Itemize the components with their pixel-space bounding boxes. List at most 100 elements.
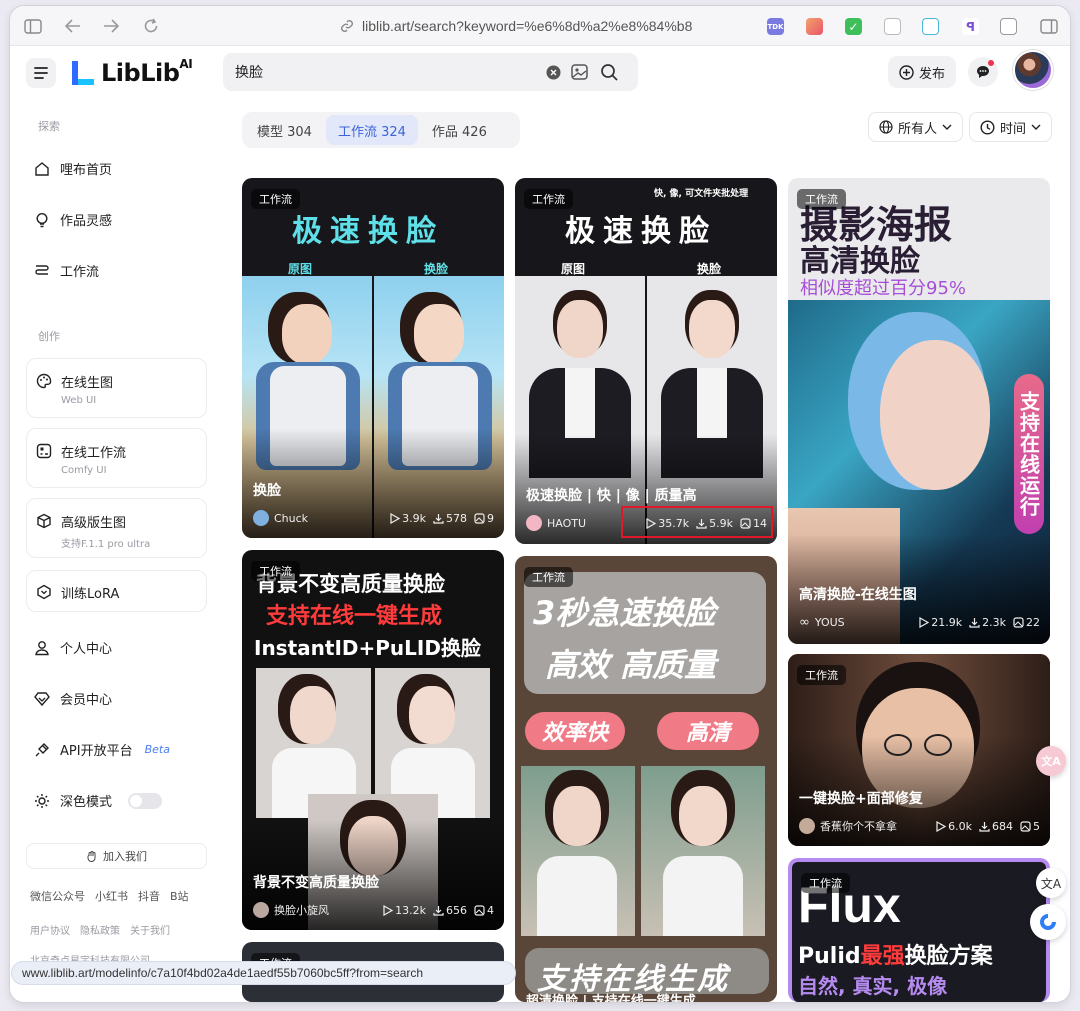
sidebar-item-home[interactable]: 哩布首页 <box>34 159 112 178</box>
link-user-agreement[interactable]: 用户协议 <box>30 922 70 937</box>
link-about[interactable]: 关于我们 <box>130 922 170 937</box>
join-us-button[interactable]: 加入我们 <box>26 843 207 869</box>
sidebar-item-pro-gen[interactable]: 高级版生图 支持F.1.1 pro ultra <box>26 498 207 558</box>
lightbulb-icon <box>36 212 48 227</box>
result-image <box>641 766 765 936</box>
language-floating-button[interactable]: 文A <box>1036 868 1066 898</box>
user-avatar[interactable] <box>1013 50 1053 90</box>
comfy-icon <box>36 443 52 459</box>
runs-stat: 3.9k <box>389 512 426 525</box>
workflow-card[interactable]: 工作流 一键换脸+面部修复 香蕉你个不拿拿 6.0k 684 5 <box>788 654 1050 846</box>
site-header: LibLibAI 发布 <box>10 46 1070 100</box>
checkmark-extension-icon[interactable]: ✓ <box>845 18 862 35</box>
infinity-icon: ∞ <box>799 614 810 630</box>
reader-extension-icon[interactable] <box>1000 18 1017 35</box>
image-search-icon[interactable] <box>570 63 588 81</box>
download-icon <box>433 905 444 916</box>
messages-button[interactable] <box>968 57 998 87</box>
sidebar: 探索 哩布首页 作品灵感 工作流 创作 在线生图 Web UI 在线工作流 Co… <box>10 100 220 1002</box>
dark-mode-toggle[interactable] <box>128 792 163 809</box>
play-icon <box>383 904 394 916</box>
link-privacy[interactable]: 隐私政策 <box>80 922 120 937</box>
sun-gear-icon <box>35 793 49 808</box>
sort-filter[interactable]: 时间 <box>969 112 1053 142</box>
sidebar-item-workflow[interactable]: 工作流 <box>34 261 99 280</box>
sidebar-item-online-workflow[interactable]: 在线工作流 Comfy UI <box>26 428 207 488</box>
image-icon <box>474 512 485 524</box>
extension-icon[interactable] <box>884 18 901 35</box>
stats-highlight-box <box>621 506 773 538</box>
author-avatar <box>526 515 542 531</box>
tab-workflows[interactable]: 工作流 324 <box>325 115 418 145</box>
workflow-card[interactable]: 工作流 快, 像, 可文件夹批处理 极速换脸 原图 换脸 极速换脸 | 快 | … <box>515 178 777 544</box>
card-title: 极速换脸 | 快 | 像 | 质量高 <box>526 488 697 504</box>
result-type-tabs: 模型 304 工作流 324 作品 426 <box>242 112 520 148</box>
cube-icon <box>37 513 51 529</box>
tab-models[interactable]: 模型 304 <box>245 115 324 145</box>
image-icon <box>474 904 485 916</box>
palette-icon <box>36 373 52 389</box>
card-author[interactable]: ∞ YOUS <box>799 615 918 630</box>
translate-extension-icon[interactable] <box>922 18 939 35</box>
tdk-extension-icon[interactable]: TDK <box>767 18 784 35</box>
images-stat: 22 <box>1013 616 1040 629</box>
card-author[interactable]: Chuck <box>253 510 389 526</box>
sidebar-toggle-icon[interactable] <box>22 15 44 37</box>
address-bar[interactable]: liblib.art/search?keyword=%e6%8d%a2%e8%8… <box>340 18 692 34</box>
hand-wave-icon <box>87 851 96 862</box>
downloads-stat: 2.3k <box>969 616 1006 629</box>
site-logo[interactable]: LibLibAI <box>70 57 193 87</box>
link-xiaohongshu[interactable]: 小红书 <box>95 888 128 904</box>
workflow-card[interactable]: 工作流 摄影海报 高清换脸 相似度超过百分95% 支持在线运行 高清换脸-在线生… <box>788 178 1050 644</box>
menu-button[interactable] <box>26 58 56 88</box>
link-bilibili[interactable]: B站 <box>170 888 189 904</box>
search-icon[interactable] <box>600 63 618 81</box>
publish-button[interactable]: 发布 <box>888 56 956 88</box>
assistant-floating-button[interactable] <box>1030 904 1066 940</box>
sidebar-item-personal[interactable]: 个人中心 <box>34 638 112 657</box>
downloads-stat: 656 <box>433 904 467 917</box>
reload-icon[interactable] <box>140 15 162 37</box>
runs-stat: 13.2k <box>382 904 426 917</box>
clear-search-icon[interactable] <box>544 63 562 81</box>
sidebar-item-api[interactable]: API开放平台 Beta <box>34 740 170 759</box>
downloads-stat: 578 <box>433 512 467 525</box>
sidebar-item-online-gen[interactable]: 在线生图 Web UI <box>26 358 207 418</box>
workflow-card[interactable]: 工作流 极速换脸 原图 换脸 换脸 Chuck 3.9k 578 9 <box>242 178 504 538</box>
forward-arrow-icon[interactable] <box>100 15 122 37</box>
workflow-card[interactable]: 工作流 Flux Pulid最强换脸方案 自然, 真实, 极像 <box>788 858 1050 1002</box>
source-image <box>521 766 635 936</box>
runs-stat: 6.0k <box>935 820 972 833</box>
card-footer: 换脸小旋风 13.2k 656 4 <box>253 900 494 920</box>
feature-pill: 高清 <box>657 712 759 750</box>
browser-toolbar: liblib.art/search?keyword=%e6%8d%a2%e8%8… <box>10 6 1070 46</box>
tab-works[interactable]: 作品 426 <box>420 115 499 145</box>
card-author[interactable]: 换脸小旋风 <box>253 902 382 918</box>
card-footer: Chuck 3.9k 578 9 <box>253 508 494 528</box>
section-label-create: 创作 <box>38 330 60 343</box>
extension-icon[interactable] <box>806 18 823 35</box>
link-wechat[interactable]: 微信公众号 <box>30 888 85 904</box>
split-view-icon[interactable] <box>1038 15 1060 37</box>
audience-filter[interactable]: 所有人 <box>868 112 964 142</box>
language-icon: 文A <box>1040 876 1062 891</box>
extension-icon[interactable]: ꟼ <box>962 18 979 35</box>
search-input[interactable] <box>235 53 525 91</box>
sidebar-item-train-lora[interactable]: 训练LoRA <box>26 570 207 612</box>
chevron-down-icon <box>1031 124 1041 130</box>
sidebar-item-member[interactable]: 会员中心 <box>34 689 112 708</box>
workflow-card[interactable]: 工作流 背景不变高质量换脸 支持在线一键生成 InstantID+PuLID换脸… <box>242 550 504 930</box>
card-author[interactable]: 香蕉你个不拿拿 <box>799 818 935 834</box>
globe-icon <box>879 120 893 134</box>
link-douyin[interactable]: 抖音 <box>138 888 160 904</box>
translate-floating-button[interactable]: 文A <box>1036 746 1066 776</box>
images-stat: 9 <box>474 512 494 525</box>
back-arrow-icon[interactable] <box>62 15 84 37</box>
sidebar-item-dark-mode[interactable]: 深色模式 <box>34 791 163 810</box>
chat-bubble-icon <box>977 66 989 78</box>
hexagon-icon <box>37 584 51 600</box>
search-box[interactable] <box>223 53 638 91</box>
user-icon <box>35 640 49 655</box>
workflow-card[interactable]: 工作流 3秒急速换脸 高效 高质量 效率快 高清 支持在线生成 超清换脸 | 支… <box>515 556 777 1002</box>
sidebar-item-inspire[interactable]: 作品灵感 <box>34 210 112 229</box>
